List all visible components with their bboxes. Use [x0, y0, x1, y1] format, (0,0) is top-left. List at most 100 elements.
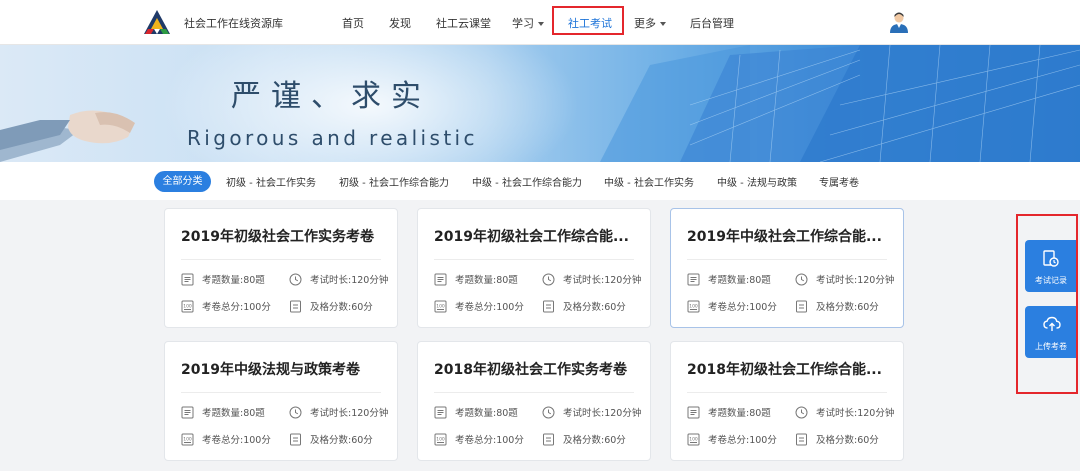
- pass-score: 及格分数:60分: [289, 299, 373, 313]
- question-count-text: 考题数量:80题: [708, 275, 771, 286]
- clock-icon: [289, 406, 302, 418]
- total-score-text: 考卷总分:100分: [202, 302, 271, 313]
- nav-admin[interactable]: 后台管理: [690, 15, 734, 31]
- filter-all[interactable]: 全部分类: [154, 171, 211, 192]
- pass-score-text: 及格分数:60分: [310, 435, 373, 446]
- exam-card-title[interactable]: 2019年中级法规与政策考卷: [181, 359, 386, 379]
- site-name[interactable]: 社会工作在线资源库: [184, 15, 283, 31]
- svg-text:100: 100: [183, 436, 192, 442]
- document-list-icon: [434, 406, 447, 418]
- pass-score: 及格分数:60分: [795, 299, 879, 313]
- pass-score: 及格分数:60分: [542, 432, 626, 446]
- question-count-text: 考题数量:80题: [202, 408, 265, 419]
- document-list-icon: [687, 406, 700, 418]
- exam-card[interactable]: 2019年中级社会工作综合能... 考题数量:80题 考试时长:120分钟 10…: [670, 208, 904, 328]
- filter-intermediate-practice[interactable]: 中级 - 社会工作实务: [604, 174, 694, 189]
- nav-study-dropdown[interactable]: 学习: [512, 15, 544, 31]
- nav-social-work-exam[interactable]: 社工考试: [568, 15, 612, 31]
- score-100-icon: 100: [687, 433, 700, 445]
- question-count-text: 考题数量:80题: [455, 275, 518, 286]
- pass-score-text: 及格分数:60分: [563, 435, 626, 446]
- pass-score-text: 及格分数:60分: [816, 302, 879, 313]
- score-100-icon: 100: [687, 300, 700, 312]
- exam-card-title[interactable]: 2019年初级社会工作综合能...: [434, 226, 639, 246]
- records-clock-icon: [1043, 250, 1059, 267]
- document-list-icon: [434, 273, 447, 285]
- score-100-icon: 100: [434, 433, 447, 445]
- document-list-icon: [181, 273, 194, 285]
- exam-card[interactable]: 2019年初级社会工作实务考卷 考题数量:80题 考试时长:120分钟 100 …: [164, 208, 398, 328]
- nav-home[interactable]: 首页: [342, 15, 364, 31]
- duration-text: 考试时长:120分钟: [310, 275, 389, 286]
- duration: 考试时长:120分钟: [542, 272, 641, 286]
- clock-icon: [795, 406, 808, 418]
- total-score-text: 考卷总分:100分: [708, 435, 777, 446]
- nav-cloud-classroom[interactable]: 社工云课堂: [436, 15, 491, 31]
- exam-card-title[interactable]: 2018年初级社会工作综合能...: [687, 359, 892, 379]
- pass-score-text: 及格分数:60分: [816, 435, 879, 446]
- clock-icon: [542, 273, 555, 285]
- question-count: 考题数量:80题: [434, 405, 518, 419]
- question-count: 考题数量:80题: [687, 405, 771, 419]
- user-avatar-icon[interactable]: [888, 11, 910, 33]
- duration-text: 考试时长:120分钟: [563, 275, 642, 286]
- checklist-icon: [543, 433, 554, 445]
- total-score: 100 考卷总分:100分: [181, 299, 271, 313]
- question-count-text: 考题数量:80题: [708, 408, 771, 419]
- filter-exclusive-exams[interactable]: 专属考卷: [819, 174, 859, 189]
- nav-more-dropdown[interactable]: 更多: [634, 15, 666, 31]
- score-100-icon: 100: [181, 300, 194, 312]
- cloud-upload-icon: [1043, 316, 1061, 331]
- card-divider: [687, 392, 887, 393]
- checklist-icon: [796, 300, 807, 312]
- exam-card-title[interactable]: 2019年中级社会工作综合能...: [687, 226, 892, 246]
- upload-exam-button[interactable]: 上传考卷: [1025, 306, 1077, 358]
- exam-card[interactable]: 2019年初级社会工作综合能... 考题数量:80题 考试时长:120分钟 10…: [417, 208, 651, 328]
- handshake-illustration: [0, 110, 135, 162]
- exam-records-button[interactable]: 考试记录: [1025, 240, 1077, 292]
- total-score-text: 考卷总分:100分: [202, 435, 271, 446]
- filter-intermediate-law-policy[interactable]: 中级 - 法规与政策: [717, 174, 797, 189]
- top-header: 社会工作在线资源库 首页 发现 社工云课堂 学习 社工考试 更多 后台管理: [0, 0, 1080, 45]
- total-score-text: 考卷总分:100分: [455, 302, 524, 313]
- duration-text: 考试时长:120分钟: [310, 408, 389, 419]
- svg-text:100: 100: [183, 303, 192, 309]
- total-score: 100 考卷总分:100分: [434, 432, 524, 446]
- total-score: 100 考卷总分:100分: [687, 299, 777, 313]
- svg-text:100: 100: [689, 303, 698, 309]
- site-logo-icon[interactable]: [143, 9, 171, 35]
- caret-down-icon: [660, 22, 666, 26]
- duration: 考试时长:120分钟: [795, 405, 894, 419]
- nav-study-label: 学习: [512, 17, 534, 30]
- clock-icon: [289, 273, 302, 285]
- pass-score: 及格分数:60分: [795, 432, 879, 446]
- exam-card-title[interactable]: 2018年初级社会工作实务考卷: [434, 359, 639, 379]
- filter-junior-practice[interactable]: 初级 - 社会工作实务: [226, 174, 316, 189]
- nav-discover[interactable]: 发现: [389, 15, 411, 31]
- caret-down-icon: [538, 22, 544, 26]
- svg-text:100: 100: [436, 436, 445, 442]
- score-100-icon: 100: [181, 433, 194, 445]
- checklist-icon: [290, 300, 301, 312]
- svg-text:100: 100: [689, 436, 698, 442]
- exam-card[interactable]: 2018年初级社会工作综合能... 考题数量:80题 考试时长:120分钟 10…: [670, 341, 904, 461]
- duration: 考试时长:120分钟: [289, 405, 388, 419]
- question-count: 考题数量:80题: [434, 272, 518, 286]
- duration-text: 考试时长:120分钟: [563, 408, 642, 419]
- checklist-icon: [543, 300, 554, 312]
- card-divider: [181, 259, 381, 260]
- checklist-icon: [290, 433, 301, 445]
- exam-card[interactable]: 2018年初级社会工作实务考卷 考题数量:80题 考试时长:120分钟 100 …: [417, 341, 651, 461]
- document-list-icon: [687, 273, 700, 285]
- filter-intermediate-comprehensive[interactable]: 中级 - 社会工作综合能力: [472, 174, 582, 189]
- total-score-text: 考卷总分:100分: [455, 435, 524, 446]
- svg-text:100: 100: [436, 303, 445, 309]
- exam-card-title[interactable]: 2019年初级社会工作实务考卷: [181, 226, 386, 246]
- question-count: 考题数量:80题: [687, 272, 771, 286]
- question-count-text: 考题数量:80题: [202, 275, 265, 286]
- exam-card[interactable]: 2019年中级法规与政策考卷 考题数量:80题 考试时长:120分钟 100 考…: [164, 341, 398, 461]
- question-count: 考题数量:80题: [181, 272, 265, 286]
- total-score: 100 考卷总分:100分: [434, 299, 524, 313]
- card-divider: [181, 392, 381, 393]
- filter-junior-comprehensive[interactable]: 初级 - 社会工作综合能力: [339, 174, 449, 189]
